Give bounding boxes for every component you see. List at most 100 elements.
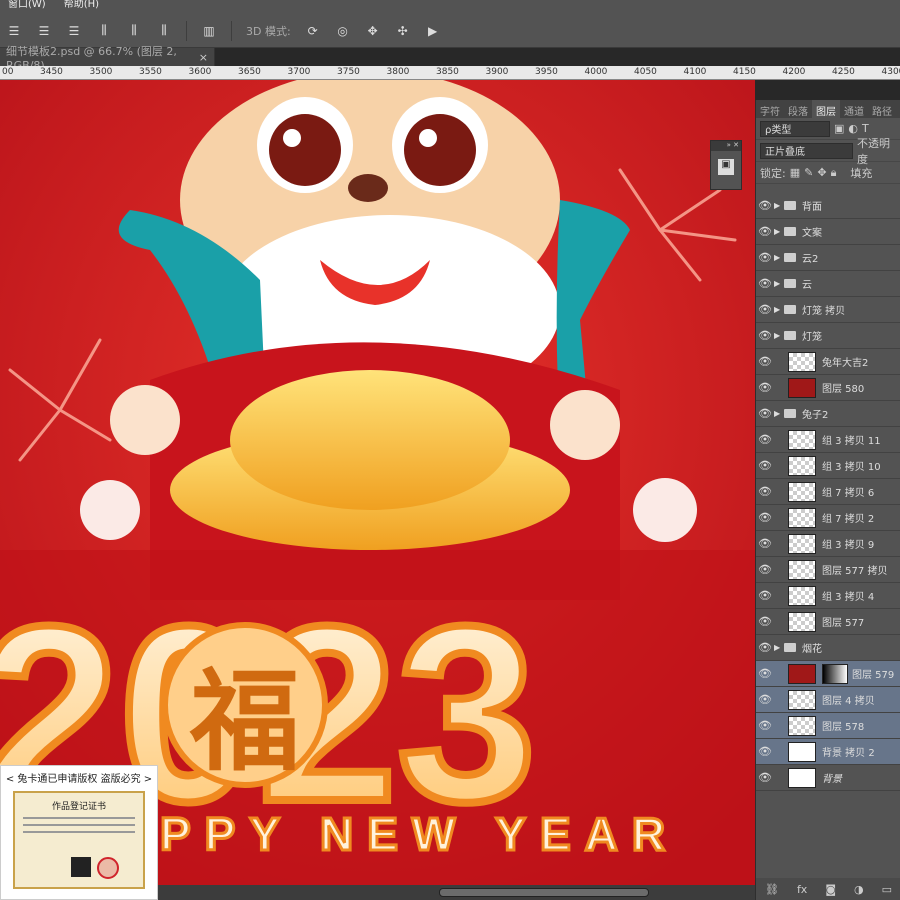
layer-row[interactable]: 👁︎ 图层 580	[756, 375, 900, 401]
visibility-eye-icon[interactable]: 👁︎	[756, 745, 774, 758]
visibility-eye-icon[interactable]: 👁︎	[756, 277, 774, 290]
align-bottom-icon[interactable]: ☰	[66, 24, 82, 38]
visibility-eye-icon[interactable]: 👁︎	[756, 251, 774, 264]
layer-row[interactable]: 👁︎ 组 3 拷贝 10	[756, 453, 900, 479]
visibility-eye-icon[interactable]: 👁︎	[756, 407, 774, 420]
visibility-eye-icon[interactable]: 👁︎	[756, 563, 774, 576]
filter-image-icon[interactable]: ▣	[834, 122, 844, 135]
menu-window[interactable]: 窗口(W)	[8, 0, 46, 14]
visibility-eye-icon[interactable]: 👁︎	[756, 511, 774, 524]
layer-row[interactable]: 👁︎ 图层 4 拷贝	[756, 687, 900, 713]
lock-move-icon[interactable]: ✥	[817, 166, 826, 179]
align-vcenter-icon[interactable]: ☰	[36, 24, 52, 38]
collapse-icon[interactable]: » ✕	[711, 141, 741, 151]
layer-row[interactable]: 👁︎ ▶ 文案	[756, 219, 900, 245]
menu-help[interactable]: 帮助(H)	[64, 0, 99, 14]
layer-row[interactable]: 👁︎ ▶ 灯笼 拷贝	[756, 297, 900, 323]
visibility-eye-icon[interactable]: 👁︎	[756, 225, 774, 238]
layer-row[interactable]: 👁︎ 组 7 拷贝 6	[756, 479, 900, 505]
visibility-eye-icon[interactable]: 👁︎	[756, 537, 774, 550]
layer-row[interactable]: 👁︎ 图层 577	[756, 609, 900, 635]
expand-arrow-icon[interactable]: ▶	[774, 279, 784, 288]
expand-arrow-icon[interactable]: ▶	[774, 305, 784, 314]
panel-tab[interactable]: 图层	[812, 100, 840, 118]
layer-row[interactable]: 👁︎ 组 3 拷贝 4	[756, 583, 900, 609]
layer-row[interactable]: 👁︎ ▶ 云	[756, 271, 900, 297]
adjustment-icon[interactable]: ◑	[854, 883, 864, 896]
align-right-icon[interactable]: ⫼	[156, 23, 172, 38]
layer-name: 烟花	[802, 644, 822, 655]
layer-row[interactable]: 👁︎ 图层 578	[756, 713, 900, 739]
blend-mode-select[interactable]: 正片叠底	[760, 142, 854, 159]
add-mask-icon[interactable]: ◙	[825, 883, 836, 896]
panel-tab[interactable]: 字符	[756, 100, 784, 118]
expand-arrow-icon[interactable]: ▶	[774, 409, 784, 418]
filter-select[interactable]: ρ类型	[760, 120, 830, 137]
panel-tab[interactable]: 通道	[840, 100, 868, 118]
expand-arrow-icon[interactable]: ▶	[774, 331, 784, 340]
panel-tab[interactable]: 路径	[868, 100, 896, 118]
visibility-eye-icon[interactable]: 👁︎	[756, 667, 774, 680]
visibility-eye-icon[interactable]: 👁︎	[756, 329, 774, 342]
lock-all-icon[interactable]: 🔒︎	[831, 166, 837, 180]
3d-scale-icon[interactable]: ▶	[425, 24, 441, 38]
3d-rotate-icon[interactable]: ⟳	[305, 24, 321, 38]
layer-row[interactable]: 👁︎ ▶ 背面	[756, 193, 900, 219]
folder-icon	[784, 305, 796, 314]
certificate-title: 作品登记证书	[51, 802, 106, 812]
panel-tab[interactable]: 段落	[784, 100, 812, 118]
distribute-icon[interactable]: ▥	[201, 24, 217, 38]
document-tab[interactable]: 细节模板2.psd @ 66.7% (图层 2, RGB/8) ×	[0, 45, 215, 72]
layer-row[interactable]: 👁︎ 组 3 拷贝 11	[756, 427, 900, 453]
filter-adjust-icon[interactable]: ◐	[848, 122, 858, 135]
visibility-eye-icon[interactable]: 👁︎	[756, 355, 774, 368]
visibility-eye-icon[interactable]: 👁︎	[756, 459, 774, 472]
expand-arrow-icon[interactable]: ▶	[774, 643, 784, 652]
blend-row: 正片叠底 不透明度	[756, 137, 900, 166]
ruler-tick-label: 3900	[485, 67, 509, 77]
align-hcenter-icon[interactable]: ⫼	[126, 23, 142, 38]
3d-roll-icon[interactable]: ◎	[335, 24, 351, 38]
expand-arrow-icon[interactable]: ▶	[774, 253, 784, 262]
layer-row[interactable]: 👁︎ 背景	[756, 765, 900, 791]
visibility-eye-icon[interactable]: 👁︎	[756, 693, 774, 706]
layer-row[interactable]: 👁︎ 组 7 拷贝 2	[756, 505, 900, 531]
close-icon[interactable]: ×	[199, 51, 208, 64]
visibility-eye-icon[interactable]: 👁︎	[756, 641, 774, 654]
layer-row[interactable]: 👁︎ ▶ 云2	[756, 245, 900, 271]
lock-pixels-icon[interactable]: ▦	[790, 166, 800, 179]
link-icon[interactable]: ⛓	[765, 883, 779, 896]
visibility-eye-icon[interactable]: 👁︎	[756, 589, 774, 602]
layer-row[interactable]: 👁︎ 图层 579	[756, 661, 900, 687]
filter-type-icon[interactable]: T	[862, 122, 869, 135]
new-group-icon[interactable]: ▭	[882, 883, 892, 896]
visibility-eye-icon[interactable]: 👁︎	[756, 719, 774, 732]
visibility-eye-icon[interactable]: 👁︎	[756, 303, 774, 316]
layer-row[interactable]: 👁︎ ▶ 灯笼	[756, 323, 900, 349]
fx-icon[interactable]: fx	[797, 883, 807, 896]
layer-row[interactable]: 👁︎ 图层 577 拷贝	[756, 557, 900, 583]
visibility-eye-icon[interactable]: 👁︎	[756, 771, 774, 784]
scrollbar-thumb[interactable]	[439, 888, 649, 897]
3d-slide-icon[interactable]: ✣	[395, 24, 411, 38]
layer-mask-thumbnail[interactable]	[822, 663, 848, 684]
3d-pan-icon[interactable]: ✥	[365, 24, 381, 38]
floating-mini-panel: » ✕ ▣	[710, 140, 742, 190]
expand-arrow-icon[interactable]: ▶	[774, 227, 784, 236]
layer-row[interactable]: 👁︎ 兔年大吉2	[756, 349, 900, 375]
expand-arrow-icon[interactable]: ▶	[774, 201, 784, 210]
visibility-eye-icon[interactable]: 👁︎	[756, 485, 774, 498]
layer-row[interactable]: 👁︎ ▶ 兔子2	[756, 401, 900, 427]
align-top-icon[interactable]: ☰	[6, 24, 22, 38]
align-left-icon[interactable]: ⫼	[96, 23, 112, 38]
layer-row[interactable]: 👁︎ 组 3 拷贝 9	[756, 531, 900, 557]
visibility-eye-icon[interactable]: 👁︎	[756, 381, 774, 394]
layer-row[interactable]: 👁︎ 背景 拷贝 2	[756, 739, 900, 765]
layer-row[interactable]: 👁︎ ▶ 烟花	[756, 635, 900, 661]
layer-name: 云2	[802, 254, 819, 265]
properties-icon[interactable]: ▣	[718, 159, 734, 175]
visibility-eye-icon[interactable]: 👁︎	[756, 199, 774, 212]
visibility-eye-icon[interactable]: 👁︎	[756, 433, 774, 446]
visibility-eye-icon[interactable]: 👁︎	[756, 615, 774, 628]
lock-paint-icon[interactable]: ✎	[804, 166, 813, 179]
